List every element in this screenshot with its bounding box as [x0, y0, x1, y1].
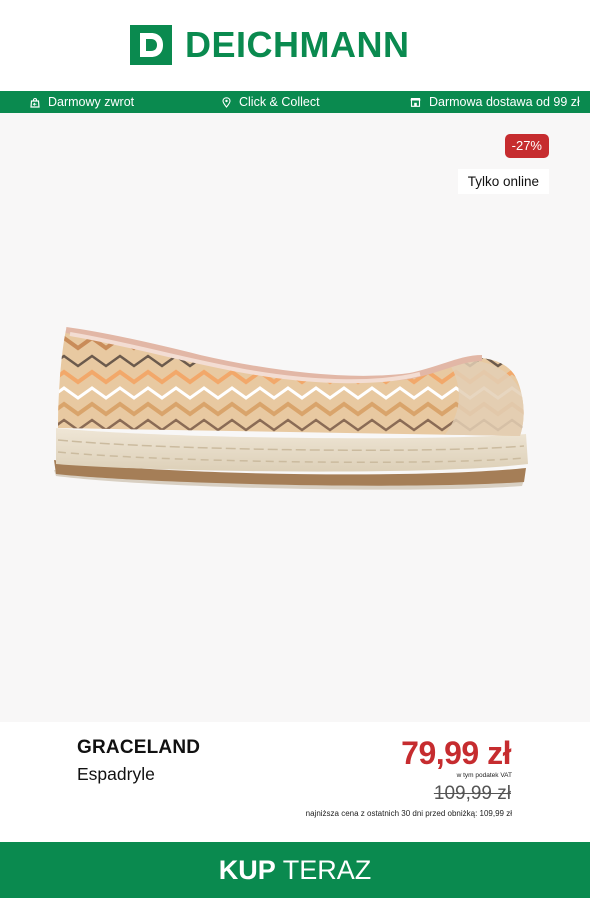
vat-note: w tym podatek VAT — [456, 772, 512, 779]
usp-click-collect[interactable]: Click & Collect — [222, 91, 320, 113]
logo-wordmark: DEICHMANN — [185, 24, 410, 65]
usp-free-return[interactable]: Darmowy zwrot — [30, 91, 134, 113]
header: DEICHMANN — [0, 0, 590, 91]
usp-label: Darmowa dostawa od 99 zł — [429, 95, 580, 109]
product-type: Espadryle — [77, 764, 155, 784]
logo-d-icon — [140, 33, 163, 57]
espadrille-shoe-image[interactable] — [50, 318, 532, 498]
logo-mark — [130, 25, 172, 65]
online-only-badge: Tylko online — [457, 169, 549, 194]
product-brand[interactable]: GRACELAND — [77, 737, 200, 759]
cta-label: TERAZ — [282, 854, 372, 885]
lowest-price-note: najniższa cena z ostatnich 30 dni przed … — [305, 809, 512, 818]
usp-free-delivery[interactable]: Darmowa dostawa od 99 zł — [410, 91, 580, 113]
buy-now-button[interactable]: KUP TERAZ — [0, 842, 590, 898]
usp-bar: Darmowy zwrot Click & Collect Darmowa do… — [0, 91, 590, 113]
location-pin-icon — [222, 96, 231, 108]
store-icon — [410, 98, 421, 107]
return-bag-icon — [30, 97, 40, 108]
deichmann-logo[interactable]: DEICHMANN — [130, 25, 410, 65]
product-info: GRACELAND Espadryle 79,99 zł w tym podat… — [0, 722, 590, 842]
cta-bold-label: KUP — [218, 854, 276, 885]
product-image-area[interactable]: -27% Tylko online — [0, 113, 590, 722]
usp-label: Darmowy zwrot — [48, 95, 135, 109]
discount-badge: -27% — [504, 134, 549, 158]
current-price: 79,99 zł — [401, 735, 511, 771]
usp-label: Click & Collect — [239, 95, 320, 109]
old-price: 109,99 zł — [433, 783, 511, 804]
